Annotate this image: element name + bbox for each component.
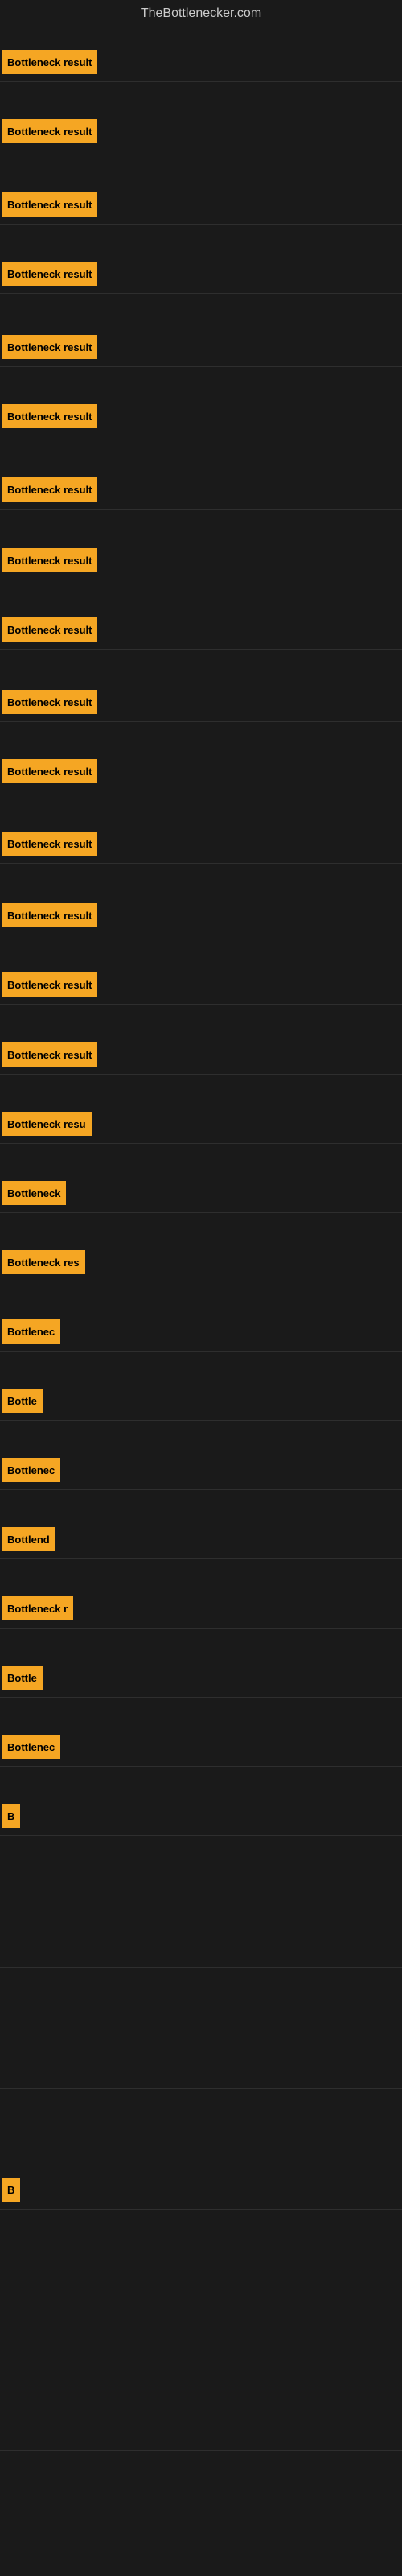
bottleneck-row-12: Bottleneck result xyxy=(0,828,402,860)
row-divider-26 xyxy=(0,1835,402,1836)
bottleneck-label-11: Bottleneck result xyxy=(2,759,97,783)
bottleneck-row-25: Bottlenec xyxy=(0,1731,402,1763)
bottleneck-row-9: Bottleneck result xyxy=(0,613,402,646)
row-divider-27 xyxy=(0,1967,402,1968)
bottleneck-row-11: Bottleneck result xyxy=(0,755,402,787)
bottleneck-label-29: B xyxy=(2,2178,20,2202)
bottleneck-label-18: Bottleneck res xyxy=(2,1250,85,1274)
bottleneck-row-14: Bottleneck result xyxy=(0,968,402,1001)
row-divider-17 xyxy=(0,1212,402,1213)
bottleneck-row-26: B xyxy=(0,1800,402,1832)
bottleneck-label-21: Bottlenec xyxy=(2,1458,60,1482)
bottleneck-row-23: Bottleneck r xyxy=(0,1592,402,1624)
bottleneck-row-4: Bottleneck result xyxy=(0,258,402,290)
bottleneck-row-10: Bottleneck result xyxy=(0,686,402,718)
bottleneck-row-17: Bottleneck xyxy=(0,1177,402,1209)
bottleneck-row-18: Bottleneck res xyxy=(0,1246,402,1278)
bottleneck-row-15: Bottleneck result xyxy=(0,1038,402,1071)
bottleneck-label-24: Bottle xyxy=(2,1666,43,1690)
bottleneck-row-22: Bottlend xyxy=(0,1523,402,1555)
bottleneck-row-27 xyxy=(0,1932,402,1964)
bottleneck-label-6: Bottleneck result xyxy=(2,404,97,428)
bottleneck-label-8: Bottleneck result xyxy=(2,548,97,572)
bottleneck-label-10: Bottleneck result xyxy=(2,690,97,714)
bottleneck-row-19: Bottlenec xyxy=(0,1315,402,1348)
bottleneck-row-24: Bottle xyxy=(0,1662,402,1694)
bottleneck-row-1: Bottleneck result xyxy=(0,46,402,78)
page-wrapper: TheBottlenecker.com Bottleneck result Bot… xyxy=(0,0,402,2576)
bottleneck-label-14: Bottleneck result xyxy=(2,972,97,997)
row-divider-15 xyxy=(0,1074,402,1075)
row-divider-24 xyxy=(0,1697,402,1698)
bottleneck-label-15: Bottleneck result xyxy=(2,1042,97,1067)
row-divider-25 xyxy=(0,1766,402,1767)
bottleneck-label-23: Bottleneck r xyxy=(2,1596,73,1620)
bottleneck-row-32 xyxy=(0,2496,402,2528)
bottleneck-row-3: Bottleneck result xyxy=(0,188,402,221)
row-divider-19 xyxy=(0,1351,402,1352)
bottleneck-row-6: Bottleneck result xyxy=(0,400,402,432)
site-title: TheBottlenecker.com xyxy=(0,0,402,27)
bottleneck-label-1: Bottleneck result xyxy=(2,50,97,74)
row-divider-23 xyxy=(0,1628,402,1629)
bottleneck-label-16: Bottleneck resu xyxy=(2,1112,92,1136)
bottleneck-label-5: Bottleneck result xyxy=(2,335,97,359)
bottleneck-label-20: Bottle xyxy=(2,1389,43,1413)
row-divider-29 xyxy=(0,2209,402,2210)
bottleneck-row-28 xyxy=(0,2053,402,2085)
row-divider-4 xyxy=(0,293,402,294)
bottleneck-row-20: Bottle xyxy=(0,1385,402,1417)
bottleneck-label-25: Bottlenec xyxy=(2,1735,60,1759)
bottleneck-row-16: Bottleneck resu xyxy=(0,1108,402,1140)
row-divider-5 xyxy=(0,366,402,367)
bottleneck-label-12: Bottleneck result xyxy=(2,832,97,856)
bottleneck-label-19: Bottlenec xyxy=(2,1319,60,1344)
row-divider-28 xyxy=(0,2088,402,2089)
row-divider-9 xyxy=(0,649,402,650)
row-divider-1 xyxy=(0,81,402,82)
row-divider-3 xyxy=(0,224,402,225)
bottleneck-label-7: Bottleneck result xyxy=(2,477,97,502)
row-divider-10 xyxy=(0,721,402,722)
row-divider-22 xyxy=(0,1558,402,1559)
bottleneck-label-17: Bottleneck xyxy=(2,1181,66,1205)
bottleneck-row-29: B xyxy=(0,2174,402,2206)
bottleneck-row-30 xyxy=(0,2294,402,2326)
bottleneck-label-13: Bottleneck result xyxy=(2,903,97,927)
bottleneck-row-8: Bottleneck result xyxy=(0,544,402,576)
row-divider-7 xyxy=(0,509,402,510)
bottleneck-row-13: Bottleneck result xyxy=(0,899,402,931)
bottleneck-row-21: Bottlenec xyxy=(0,1454,402,1486)
bottleneck-label-3: Bottleneck result xyxy=(2,192,97,217)
row-divider-21 xyxy=(0,1489,402,1490)
bottleneck-label-9: Bottleneck result xyxy=(2,617,97,642)
bottleneck-label-22: Bottlend xyxy=(2,1527,55,1551)
bottleneck-label-4: Bottleneck result xyxy=(2,262,97,286)
bottleneck-row-5: Bottleneck result xyxy=(0,331,402,363)
row-divider-14 xyxy=(0,1004,402,1005)
bottleneck-row-7: Bottleneck result xyxy=(0,473,402,506)
bottleneck-row-31 xyxy=(0,2415,402,2447)
bottleneck-label-2: Bottleneck result xyxy=(2,119,97,143)
bottleneck-row-2: Bottleneck result xyxy=(0,115,402,147)
row-divider-16 xyxy=(0,1143,402,1144)
row-divider-12 xyxy=(0,863,402,864)
row-divider-31 xyxy=(0,2450,402,2451)
row-divider-20 xyxy=(0,1420,402,1421)
bottleneck-label-26: B xyxy=(2,1804,20,1828)
